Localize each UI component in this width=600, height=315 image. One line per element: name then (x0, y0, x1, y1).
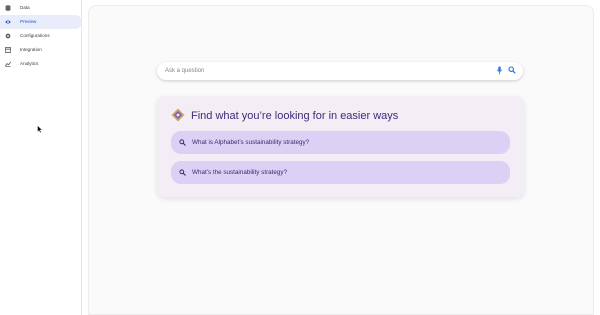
search-icon (179, 139, 186, 146)
sidebar-item-analytics[interactable]: Analytics (0, 57, 82, 71)
sidebar-item-label: Preview (20, 19, 37, 24)
suggestion-item[interactable]: What’s the sustainability strategy? (171, 161, 510, 184)
sidebar-item-configurations[interactable]: Configurations (0, 29, 82, 43)
sidebar-item-label: Configurations (20, 33, 50, 38)
sidebar-item-label: Data (20, 5, 30, 10)
suggestion-text: What is Alphabet’s sustainability strate… (192, 139, 310, 146)
card-title: Find what you’re looking for in easier w… (191, 110, 399, 122)
sidebar-item-preview[interactable]: Preview (0, 15, 82, 29)
sidebar-item-label: Analytics (20, 61, 39, 66)
sidebar-item-integration[interactable]: Integration (0, 43, 82, 57)
search-input[interactable]: Ask a question (157, 62, 523, 80)
database-icon (5, 5, 11, 11)
integration-icon (5, 47, 11, 53)
mouse-cursor-icon (37, 125, 43, 133)
search-icon (179, 169, 186, 176)
suggestion-text: What’s the sustainability strategy? (192, 169, 288, 176)
sidebar-item-data[interactable]: Data (0, 1, 82, 15)
sidebar: Data Preview Configurations Integration … (0, 0, 82, 315)
search-placeholder: Ask a question (165, 68, 205, 74)
search-icon[interactable] (508, 66, 516, 74)
analytics-icon (5, 61, 11, 67)
suggestion-item[interactable]: What is Alphabet’s sustainability strate… (171, 131, 510, 154)
eye-icon (5, 20, 11, 24)
microphone-icon[interactable] (496, 66, 503, 75)
sidebar-item-label: Integration (20, 47, 42, 52)
gear-icon (5, 33, 11, 39)
sparkle-logo-icon (171, 108, 185, 122)
